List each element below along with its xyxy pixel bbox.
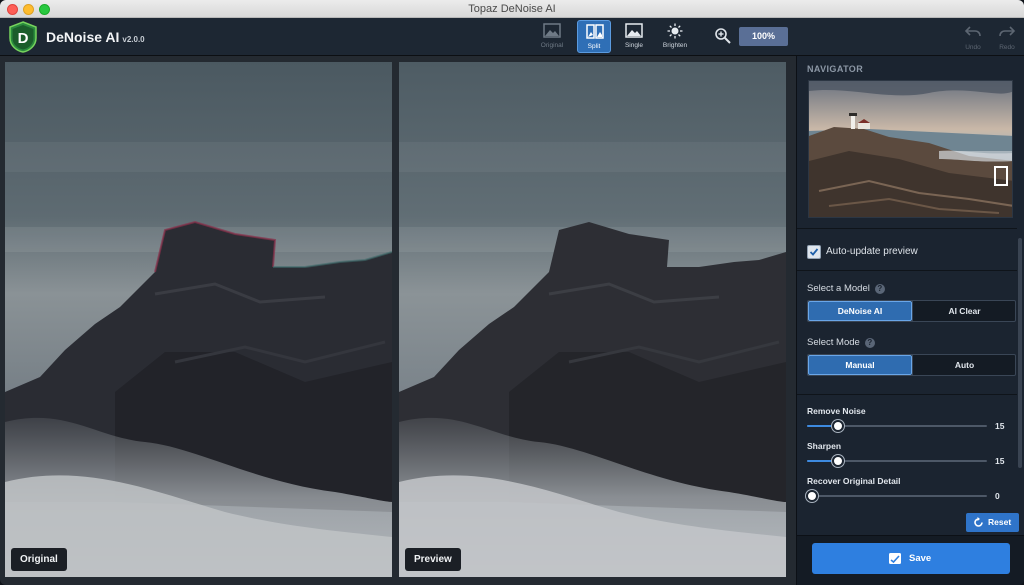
app-name: DeNoise AI v2.0.0 <box>46 29 145 45</box>
remove-noise-label: Remove Noise <box>807 406 866 416</box>
help-icon[interactable]: ? <box>874 284 885 294</box>
image-icon <box>543 23 561 38</box>
image-icon <box>625 23 643 38</box>
title-bar: Topaz DeNoise AI <box>0 0 1024 18</box>
remove-noise-slider[interactable] <box>807 420 987 432</box>
denoise-logo-icon: D <box>9 21 37 53</box>
mode-option-manual[interactable]: Manual <box>808 355 912 375</box>
mode-title-text: Select Mode <box>807 337 860 348</box>
remove-noise-value: 15 <box>995 421 1005 431</box>
original-photo <box>5 62 392 577</box>
zoom-level[interactable]: 100% <box>739 27 788 46</box>
view-original-label: Original <box>540 42 564 49</box>
navigator-viewport-frame[interactable] <box>994 166 1008 186</box>
settings-sidebar: NAVIGATOR Auto-update preview Select a M… <box>796 56 1024 585</box>
redo-label: Redo <box>999 44 1015 51</box>
reset-icon <box>974 517 983 527</box>
reset-label: Reset <box>988 517 1012 527</box>
brighten-label: Brighten <box>662 42 688 49</box>
model-title-text: Select a Model <box>807 283 870 294</box>
view-split-label: Split <box>587 43 601 50</box>
mode-section-title: Select Mode? <box>807 337 875 348</box>
undo-label: Undo <box>965 44 981 51</box>
preview-label: Preview <box>405 548 461 571</box>
svg-text:D: D <box>18 30 29 47</box>
view-single-label: Single <box>624 42 644 49</box>
toolbar: D DeNoise AI v2.0.0 Original Split Single… <box>0 18 1024 56</box>
mode-option-auto[interactable]: Auto <box>912 355 1016 375</box>
recover-detail-slider[interactable] <box>806 490 987 502</box>
zoom-in-icon[interactable] <box>714 27 732 45</box>
auto-update-checkbox[interactable] <box>807 245 821 259</box>
original-label: Original <box>11 548 67 571</box>
help-icon[interactable]: ? <box>864 338 875 348</box>
view-split-button[interactable]: Split <box>577 20 611 53</box>
model-selector: DeNoise AI AI Clear <box>807 300 1016 322</box>
save-label: Save <box>909 553 932 564</box>
original-pane[interactable]: Original <box>5 62 392 577</box>
brighten-button[interactable]: Brighten <box>658 20 692 53</box>
split-view-icon <box>586 24 604 39</box>
redo-icon <box>999 26 1016 37</box>
app-name-text: DeNoise AI <box>46 29 120 45</box>
model-option-denoise-ai[interactable]: DeNoise AI <box>808 301 912 321</box>
navigator-title: NAVIGATOR <box>807 64 864 74</box>
redo-button[interactable]: Redo <box>992 22 1022 52</box>
slider-handle[interactable] <box>806 490 818 502</box>
reset-button[interactable]: Reset <box>966 513 1019 532</box>
undo-button[interactable]: Undo <box>958 22 988 52</box>
sun-icon <box>667 23 683 39</box>
slider-handle[interactable] <box>832 455 844 467</box>
sharpen-label: Sharpen <box>807 441 842 451</box>
divider <box>797 394 1017 395</box>
divider <box>797 270 1017 271</box>
preview-photo <box>399 62 786 577</box>
undo-icon <box>964 26 981 37</box>
recover-detail-label: Recover Original Detail <box>807 476 901 486</box>
slider-handle[interactable] <box>832 420 844 432</box>
preview-pane[interactable]: Preview <box>399 62 786 577</box>
image-canvas[interactable]: Original Preview <box>0 56 796 585</box>
checkmark-icon <box>809 248 819 256</box>
mode-selector: Manual Auto <box>807 354 1016 376</box>
navigator-thumbnail[interactable] <box>808 80 1013 218</box>
view-original-button[interactable]: Original <box>535 20 569 53</box>
navigator-photo <box>809 81 1012 217</box>
divider <box>797 228 1017 229</box>
model-option-ai-clear[interactable]: AI Clear <box>912 301 1016 321</box>
app-version: v2.0.0 <box>122 35 145 44</box>
window-title: Topaz DeNoise AI <box>468 3 556 15</box>
sharpen-slider[interactable] <box>807 455 987 467</box>
auto-update-label: Auto-update preview <box>826 246 918 257</box>
recover-detail-value: 0 <box>995 491 1000 501</box>
sharpen-value: 15 <box>995 456 1005 466</box>
sidebar-scrollbar[interactable] <box>1018 238 1022 468</box>
save-button[interactable]: Save <box>812 543 1010 574</box>
model-section-title: Select a Model? <box>807 283 885 294</box>
save-area: Save <box>797 535 1024 585</box>
view-single-button[interactable]: Single <box>617 20 651 53</box>
app-window: Topaz DeNoise AI D DeNoise AI v2.0.0 Orig… <box>0 0 1024 585</box>
save-image-icon <box>889 553 901 564</box>
